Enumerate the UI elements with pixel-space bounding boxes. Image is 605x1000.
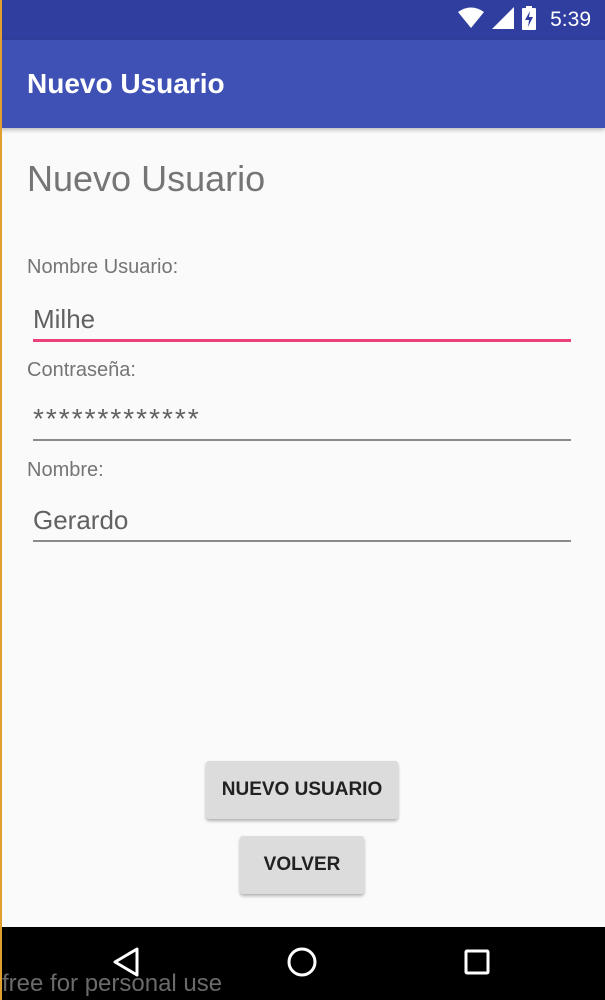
status-time: 5:39 [550, 8, 591, 31]
recents-icon [464, 949, 490, 979]
app-bar: Nuevo Usuario [0, 40, 605, 128]
wifi-icon [458, 7, 485, 33]
window-frame-edge [0, 0, 2, 1000]
cell-signal-icon [492, 7, 515, 33]
app-bar-title: Nuevo Usuario [27, 68, 225, 99]
page-title: Nuevo Usuario [27, 158, 266, 199]
recents-button[interactable] [464, 927, 490, 1000]
name-label: Nombre: [27, 459, 104, 481]
password-input[interactable] [33, 399, 571, 441]
watermark-text: free for personal use [2, 970, 223, 997]
volver-button[interactable]: VOLVER [240, 836, 364, 894]
home-icon [286, 946, 318, 982]
home-button[interactable] [286, 927, 318, 1000]
status-icons: 5:39 [458, 0, 591, 40]
username-label: Nombre Usuario: [27, 256, 179, 278]
status-bar: 5:39 [0, 0, 605, 40]
username-input[interactable] [33, 300, 571, 342]
battery-charging-icon [522, 6, 537, 34]
name-input[interactable] [33, 500, 571, 542]
nuevo-usuario-button[interactable]: NUEVO USUARIO [206, 761, 398, 819]
password-label: Contraseña: [27, 359, 136, 381]
